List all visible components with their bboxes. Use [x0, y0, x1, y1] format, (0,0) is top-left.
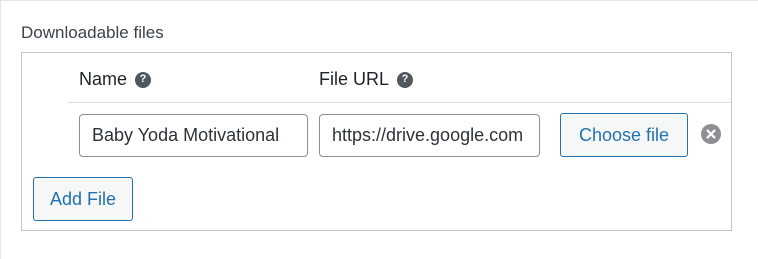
choose-file-button[interactable]: Choose file [560, 113, 688, 157]
column-header-file-url-label: File URL [319, 69, 390, 89]
section-label: Downloadable files [21, 23, 164, 42]
downloadable-files-table: Name ? File URL ? Choose file Add File [21, 52, 732, 231]
column-header-name-label: Name [79, 69, 128, 89]
column-header-name: Name ? [79, 69, 152, 90]
row-divider [68, 102, 731, 103]
question-circle-icon[interactable]: ? [135, 71, 152, 88]
file-url-input[interactable] [319, 114, 540, 157]
add-file-button[interactable]: Add File [33, 177, 133, 221]
question-circle-icon[interactable]: ? [397, 71, 414, 88]
downloadable-files-panel: Downloadable files Name ? File URL ? Cho… [0, 0, 758, 259]
column-header-file-url: File URL ? [319, 69, 414, 90]
remove-circle-icon[interactable] [701, 124, 721, 144]
file-name-input[interactable] [79, 114, 308, 157]
